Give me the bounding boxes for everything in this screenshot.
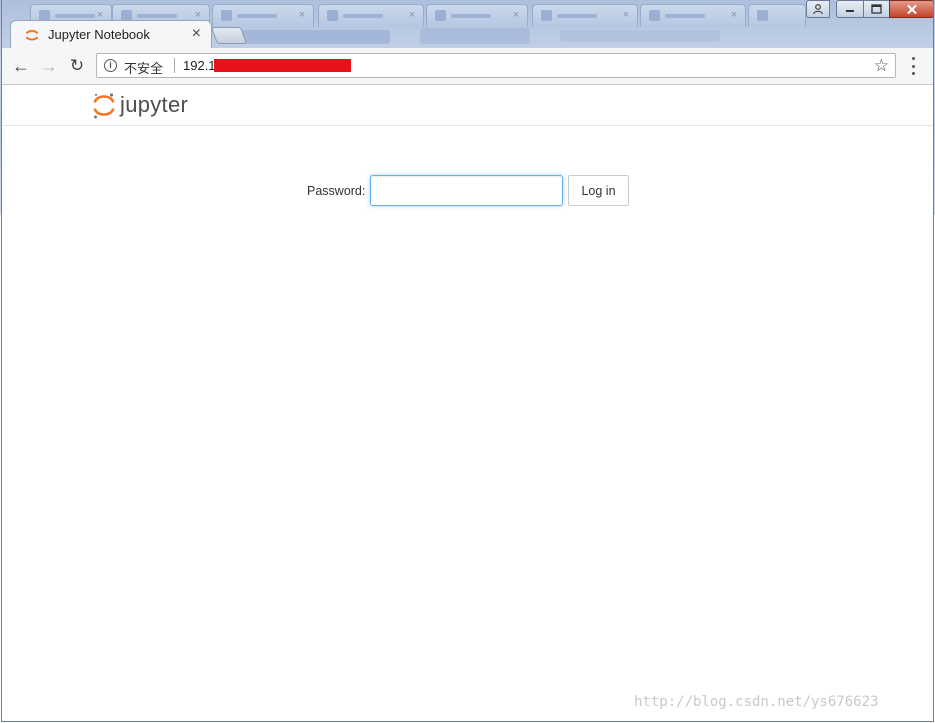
watermark: http://blog.csdn.net/ys676623: [634, 694, 879, 710]
browser-window-frame: [1, 0, 934, 722]
